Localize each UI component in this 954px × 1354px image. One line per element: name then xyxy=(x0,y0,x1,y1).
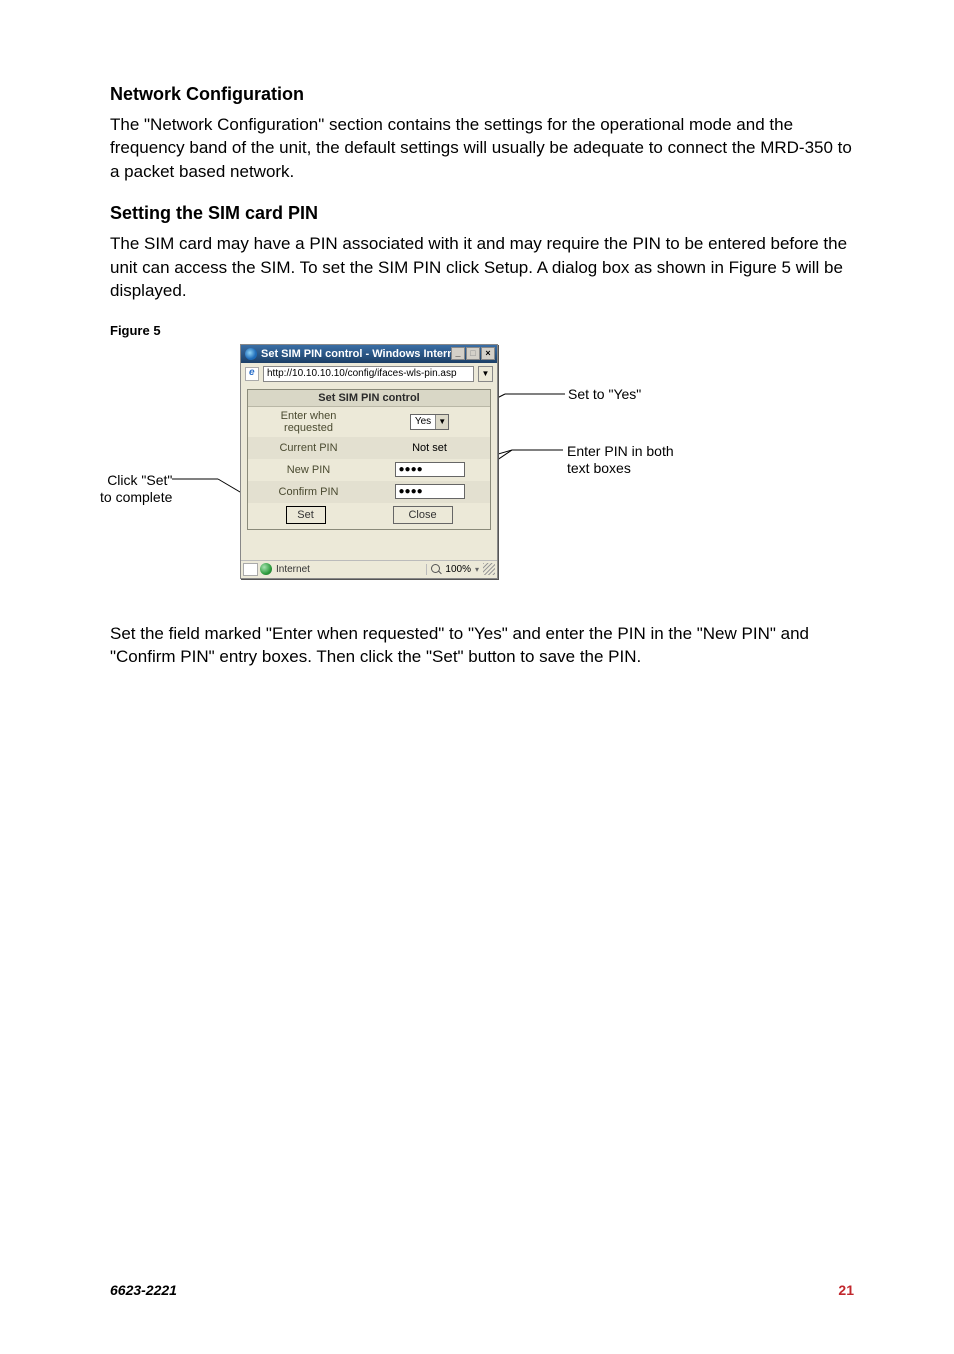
window-titlebar[interactable]: Set SIM PIN control - Windows Internet..… xyxy=(241,345,497,363)
footer-doc-id: 6623-2221 xyxy=(110,1282,177,1298)
new-pin-input[interactable] xyxy=(395,462,465,477)
status-page-icon xyxy=(243,563,258,576)
address-dropdown-button[interactable]: ▼ xyxy=(478,366,493,382)
figure-label: Figure 5 xyxy=(110,323,854,338)
window-title: Set SIM PIN control - Windows Internet..… xyxy=(261,348,451,360)
page-icon xyxy=(245,367,259,381)
ie-icon xyxy=(245,348,257,360)
enter-when-requested-label: Enter whenrequested xyxy=(248,408,369,436)
confirm-pin-label: Confirm PIN xyxy=(248,484,369,500)
minimize-button[interactable]: _ xyxy=(451,347,465,360)
close-window-button[interactable]: × xyxy=(481,347,495,360)
confirm-pin-input[interactable] xyxy=(395,484,465,499)
panel-heading: Set SIM PIN control xyxy=(248,390,490,407)
current-pin-label: Current PIN xyxy=(248,440,369,456)
address-bar-input[interactable] xyxy=(263,366,474,382)
close-button[interactable]: Close xyxy=(393,506,453,524)
heading-sim-pin: Setting the SIM card PIN xyxy=(110,203,854,224)
status-bar: Internet 100% ▾ xyxy=(241,560,497,578)
zoom-level[interactable]: 100% xyxy=(445,564,471,575)
new-pin-label: New PIN xyxy=(248,462,369,478)
heading-network-config: Network Configuration xyxy=(110,84,854,105)
set-button[interactable]: Set xyxy=(286,506,326,524)
callout-click-set: Click "Set"to complete xyxy=(100,472,172,507)
resize-grip[interactable] xyxy=(483,563,495,575)
sim-pin-panel: Set SIM PIN control Enter whenrequested … xyxy=(247,389,491,530)
text-sim-pin: The SIM card may have a PIN associated w… xyxy=(110,232,854,302)
enter-when-requested-value: Yes xyxy=(411,416,435,427)
status-zone: Internet xyxy=(276,564,426,575)
magnifier-icon xyxy=(431,564,441,574)
footer-page-number: 21 xyxy=(838,1282,854,1298)
callout-set-yes: Set to "Yes" xyxy=(568,386,641,404)
globe-icon xyxy=(260,563,272,575)
figure-5: Click "Set"to complete Set to "Yes" Ente… xyxy=(110,344,850,604)
zoom-dropdown-icon[interactable]: ▾ xyxy=(475,565,479,574)
callout-enter-pin: Enter PIN in bothtext boxes xyxy=(567,443,674,478)
dialog-window: Set SIM PIN control - Windows Internet..… xyxy=(240,344,498,579)
text-network-config: The "Network Configuration" section cont… xyxy=(110,113,854,183)
current-pin-value: Not set xyxy=(369,440,490,456)
chevron-down-icon: ▼ xyxy=(435,415,448,429)
maximize-button[interactable]: □ xyxy=(466,347,480,360)
text-instructions: Set the field marked "Enter when request… xyxy=(110,622,854,669)
enter-when-requested-select[interactable]: Yes ▼ xyxy=(410,414,449,430)
